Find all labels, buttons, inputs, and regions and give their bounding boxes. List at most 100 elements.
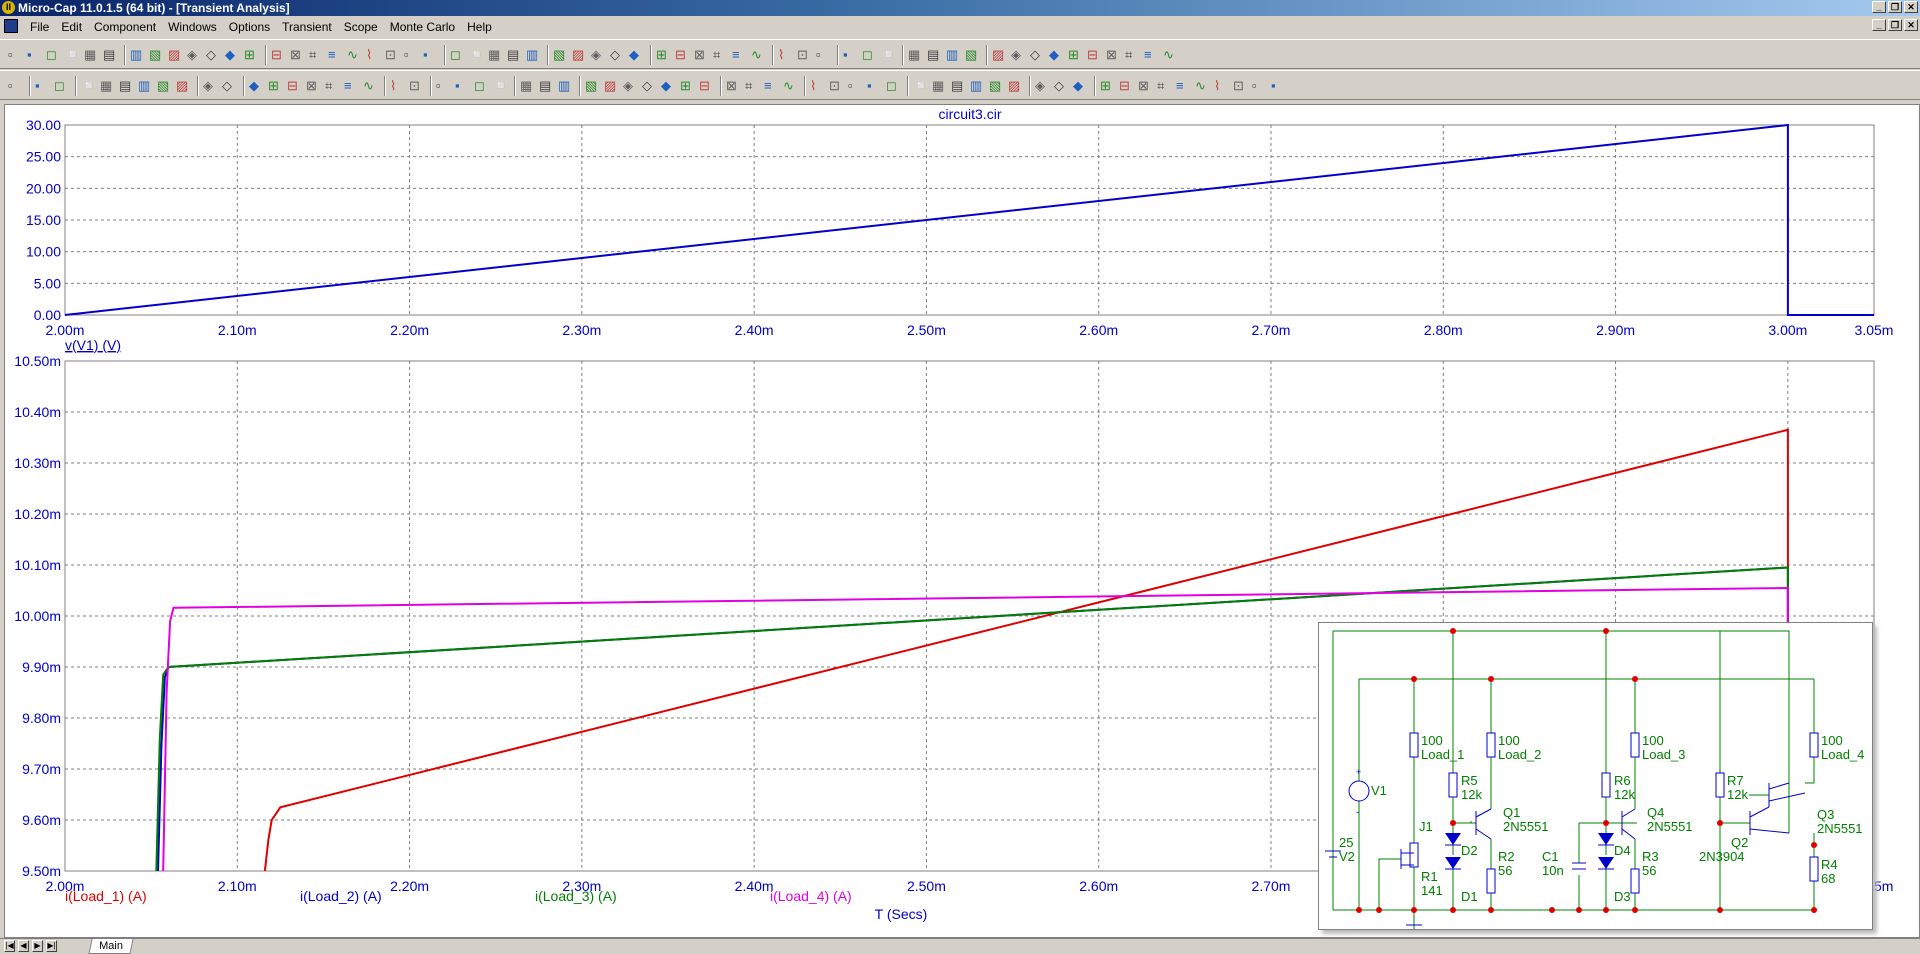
toolbar-tool-icon[interactable]: ▧ xyxy=(989,79,1003,93)
toolbar-tool-icon[interactable]: ▪ xyxy=(423,48,437,62)
toolbar-tool-icon[interactable]: ▦ xyxy=(84,48,98,62)
toolbar-tool-icon[interactable]: ▪ xyxy=(455,79,469,93)
toolbar-tool-icon[interactable]: ▨ xyxy=(1008,79,1022,93)
toolbar-tool-icon[interactable]: ◆ xyxy=(661,79,675,93)
menu-transient[interactable]: Transient xyxy=(276,20,338,34)
toolbar-tool-icon[interactable]: ◽ xyxy=(81,79,97,93)
toolbar-tool-icon[interactable]: ▦ xyxy=(100,79,114,93)
toolbar-tool-icon[interactable]: ≡ xyxy=(764,79,778,93)
toolbar-tool-icon[interactable]: ⌗ xyxy=(1125,48,1139,62)
toolbar-tool-icon[interactable]: ◈ xyxy=(1011,48,1025,62)
restore-button[interactable]: ❐ xyxy=(1888,1,1902,13)
toolbar-tool-icon[interactable]: ◻ xyxy=(474,79,488,93)
legend-load-1[interactable]: i(Load_1) (A) xyxy=(65,888,147,904)
menu-monte-carlo[interactable]: Monte Carlo xyxy=(384,20,461,34)
toolbar-tool-icon[interactable]: ⌗ xyxy=(309,48,323,62)
toolbar-tool-icon[interactable]: ⌇ xyxy=(390,79,404,93)
toolbar-tool-icon[interactable]: ◈ xyxy=(187,48,201,62)
toolbar-tool-icon[interactable]: ▧ xyxy=(585,79,599,93)
toolbar-tool-icon[interactable]: ∿ xyxy=(751,48,765,62)
toolbar-tool-icon[interactable]: ⊠ xyxy=(306,79,320,93)
toolbar-tool-icon[interactable]: ◻ xyxy=(862,48,876,62)
toolbar-tool-icon[interactable]: ◽ xyxy=(913,79,929,93)
toolbar-tool-icon[interactable]: ▫ xyxy=(436,79,450,93)
toolbar-tool-icon[interactable]: ⊠ xyxy=(1106,48,1120,62)
toolbar-tool-icon[interactable]: ⊟ xyxy=(675,48,689,62)
toolbar-tool-icon[interactable]: ◇ xyxy=(1054,79,1068,93)
menu-scope[interactable]: Scope xyxy=(338,20,384,34)
toolbar-tool-icon[interactable]: ◻ xyxy=(54,79,68,93)
toolbar-tool-icon[interactable]: ▨ xyxy=(176,79,190,93)
toolbar-tool-icon[interactable]: ◽ xyxy=(469,48,485,62)
toolbar-tool-icon[interactable]: ⊠ xyxy=(1138,79,1152,93)
toolbar-tool-icon[interactable]: ▦ xyxy=(488,48,502,62)
toolbar-tool-icon[interactable]: ◽ xyxy=(881,48,897,62)
toolbar-tool-icon[interactable]: ∿ xyxy=(347,48,361,62)
toolbar-tool-icon[interactable]: ⊟ xyxy=(1119,79,1133,93)
toolbar-tool-icon[interactable]: ∿ xyxy=(783,79,797,93)
menu-edit[interactable]: Edit xyxy=(55,20,88,34)
toolbar-tool-icon[interactable]: ≡ xyxy=(1144,48,1158,62)
toolbar-tool-icon[interactable]: ▪ xyxy=(843,48,857,62)
toolbar-tool-icon[interactable]: ▥ xyxy=(138,79,152,93)
toolbar-tool-icon[interactable]: ▥ xyxy=(970,79,984,93)
toolbar-tool-icon[interactable]: ▧ xyxy=(149,48,163,62)
toolbar-tool-icon[interactable]: ≡ xyxy=(732,48,746,62)
toolbar-tool-icon[interactable]: ◇ xyxy=(642,79,656,93)
toolbar-tool-icon[interactable]: ⊠ xyxy=(726,79,740,93)
toolbar-tool-icon[interactable]: ◈ xyxy=(623,79,637,93)
toolbar-tool-icon[interactable]: ▪ xyxy=(27,48,41,62)
toolbar-tool-icon[interactable]: ⊞ xyxy=(1100,79,1114,93)
toolbar-tool-icon[interactable]: ◻ xyxy=(46,48,60,62)
menu-file[interactable]: File xyxy=(24,20,55,34)
toolbar-tool-icon[interactable]: ▫ xyxy=(816,48,830,62)
toolbar-tool-icon[interactable]: ⌗ xyxy=(713,48,727,62)
toolbar-tool-icon[interactable]: ⌇ xyxy=(366,48,380,62)
toolbar-tool-icon[interactable]: ≡ xyxy=(344,79,358,93)
toolbar-tool-icon[interactable]: ⊡ xyxy=(1233,79,1247,93)
toolbar-tool-icon[interactable]: ⊡ xyxy=(409,79,423,93)
first-tab-button[interactable]: |◀ xyxy=(4,940,15,952)
v1-legend[interactable]: v(V1) (V) xyxy=(65,337,121,353)
menu-component[interactable]: Component xyxy=(88,20,162,34)
toolbar-tool-icon[interactable]: ◆ xyxy=(629,48,643,62)
toolbar-tool-icon[interactable]: ▤ xyxy=(539,79,553,93)
toolbar-tool-icon[interactable]: ▫ xyxy=(8,48,22,62)
toolbar-tool-icon[interactable]: ◈ xyxy=(1035,79,1049,93)
toolbar-tool-icon[interactable]: ⌗ xyxy=(745,79,759,93)
toolbar-tool-icon[interactable]: ▥ xyxy=(526,48,540,62)
toolbar-tool-icon[interactable]: ◻ xyxy=(450,48,464,62)
toolbar-tool-icon[interactable]: ⌇ xyxy=(1214,79,1228,93)
toolbar-tool-icon[interactable]: ◽ xyxy=(65,48,81,62)
doc-minimize-button[interactable]: _ xyxy=(1872,19,1886,31)
toolbar-tool-icon[interactable]: ⊟ xyxy=(271,48,285,62)
toolbar-tool-icon[interactable]: ▦ xyxy=(520,79,534,93)
toolbar-tool-icon[interactable]: ◽ xyxy=(493,79,509,93)
toolbar-tool-icon[interactable]: ▧ xyxy=(553,48,567,62)
toolbar-tool-icon[interactable]: ≡ xyxy=(328,48,342,62)
toolbar-tool-icon[interactable]: ⌇ xyxy=(810,79,824,93)
toolbar-tool-icon[interactable]: ∿ xyxy=(1195,79,1209,93)
toolbar-tool-icon[interactable]: ▨ xyxy=(604,79,618,93)
toolbar-tool-icon[interactable]: ▤ xyxy=(103,48,117,62)
toolbar-tool-icon[interactable]: ⊟ xyxy=(1087,48,1101,62)
toolbar-tool-icon[interactable]: ⊡ xyxy=(385,48,399,62)
tab-main[interactable]: Main xyxy=(88,939,134,954)
toolbar-tool-icon[interactable]: ◈ xyxy=(591,48,605,62)
menu-options[interactable]: Options xyxy=(223,20,276,34)
toolbar-tool-icon[interactable]: ⊞ xyxy=(268,79,282,93)
toolbar-tool-icon[interactable]: ⊞ xyxy=(244,48,258,62)
toolbar-tool-icon[interactable]: ▤ xyxy=(927,48,941,62)
toolbar-tool-icon[interactable]: ◆ xyxy=(225,48,239,62)
legend-load-2[interactable]: i(Load_2) (A) xyxy=(300,888,382,904)
toolbar-tool-icon[interactable]: ⌗ xyxy=(325,79,339,93)
toolbar-tool-icon[interactable]: ▥ xyxy=(558,79,572,93)
toolbar-tool-icon[interactable]: ▪ xyxy=(867,79,881,93)
toolbar-tool-icon[interactable]: ≡ xyxy=(1176,79,1190,93)
toolbar-tool-icon[interactable]: ▫ xyxy=(8,79,22,93)
doc-restore-button[interactable]: ❐ xyxy=(1888,19,1902,31)
toolbar-tool-icon[interactable]: ▪ xyxy=(35,79,49,93)
toolbar-tool-icon[interactable]: ◆ xyxy=(1073,79,1087,93)
next-tab-button[interactable]: ▶ xyxy=(32,940,43,952)
toolbar-tool-icon[interactable]: ▤ xyxy=(507,48,521,62)
